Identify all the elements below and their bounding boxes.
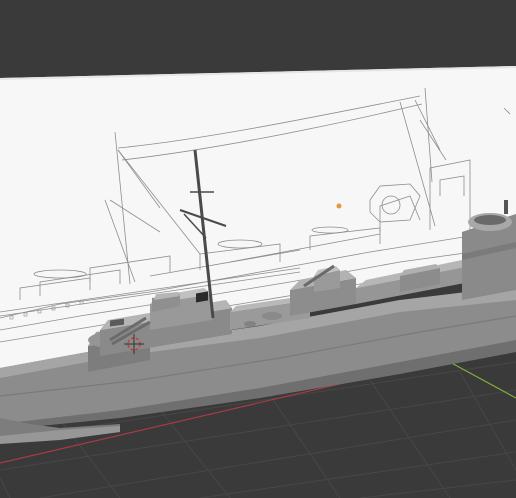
object-origin [336,203,342,209]
3d-viewport[interactable] [0,0,516,498]
viewport-scene[interactable] [0,0,516,498]
